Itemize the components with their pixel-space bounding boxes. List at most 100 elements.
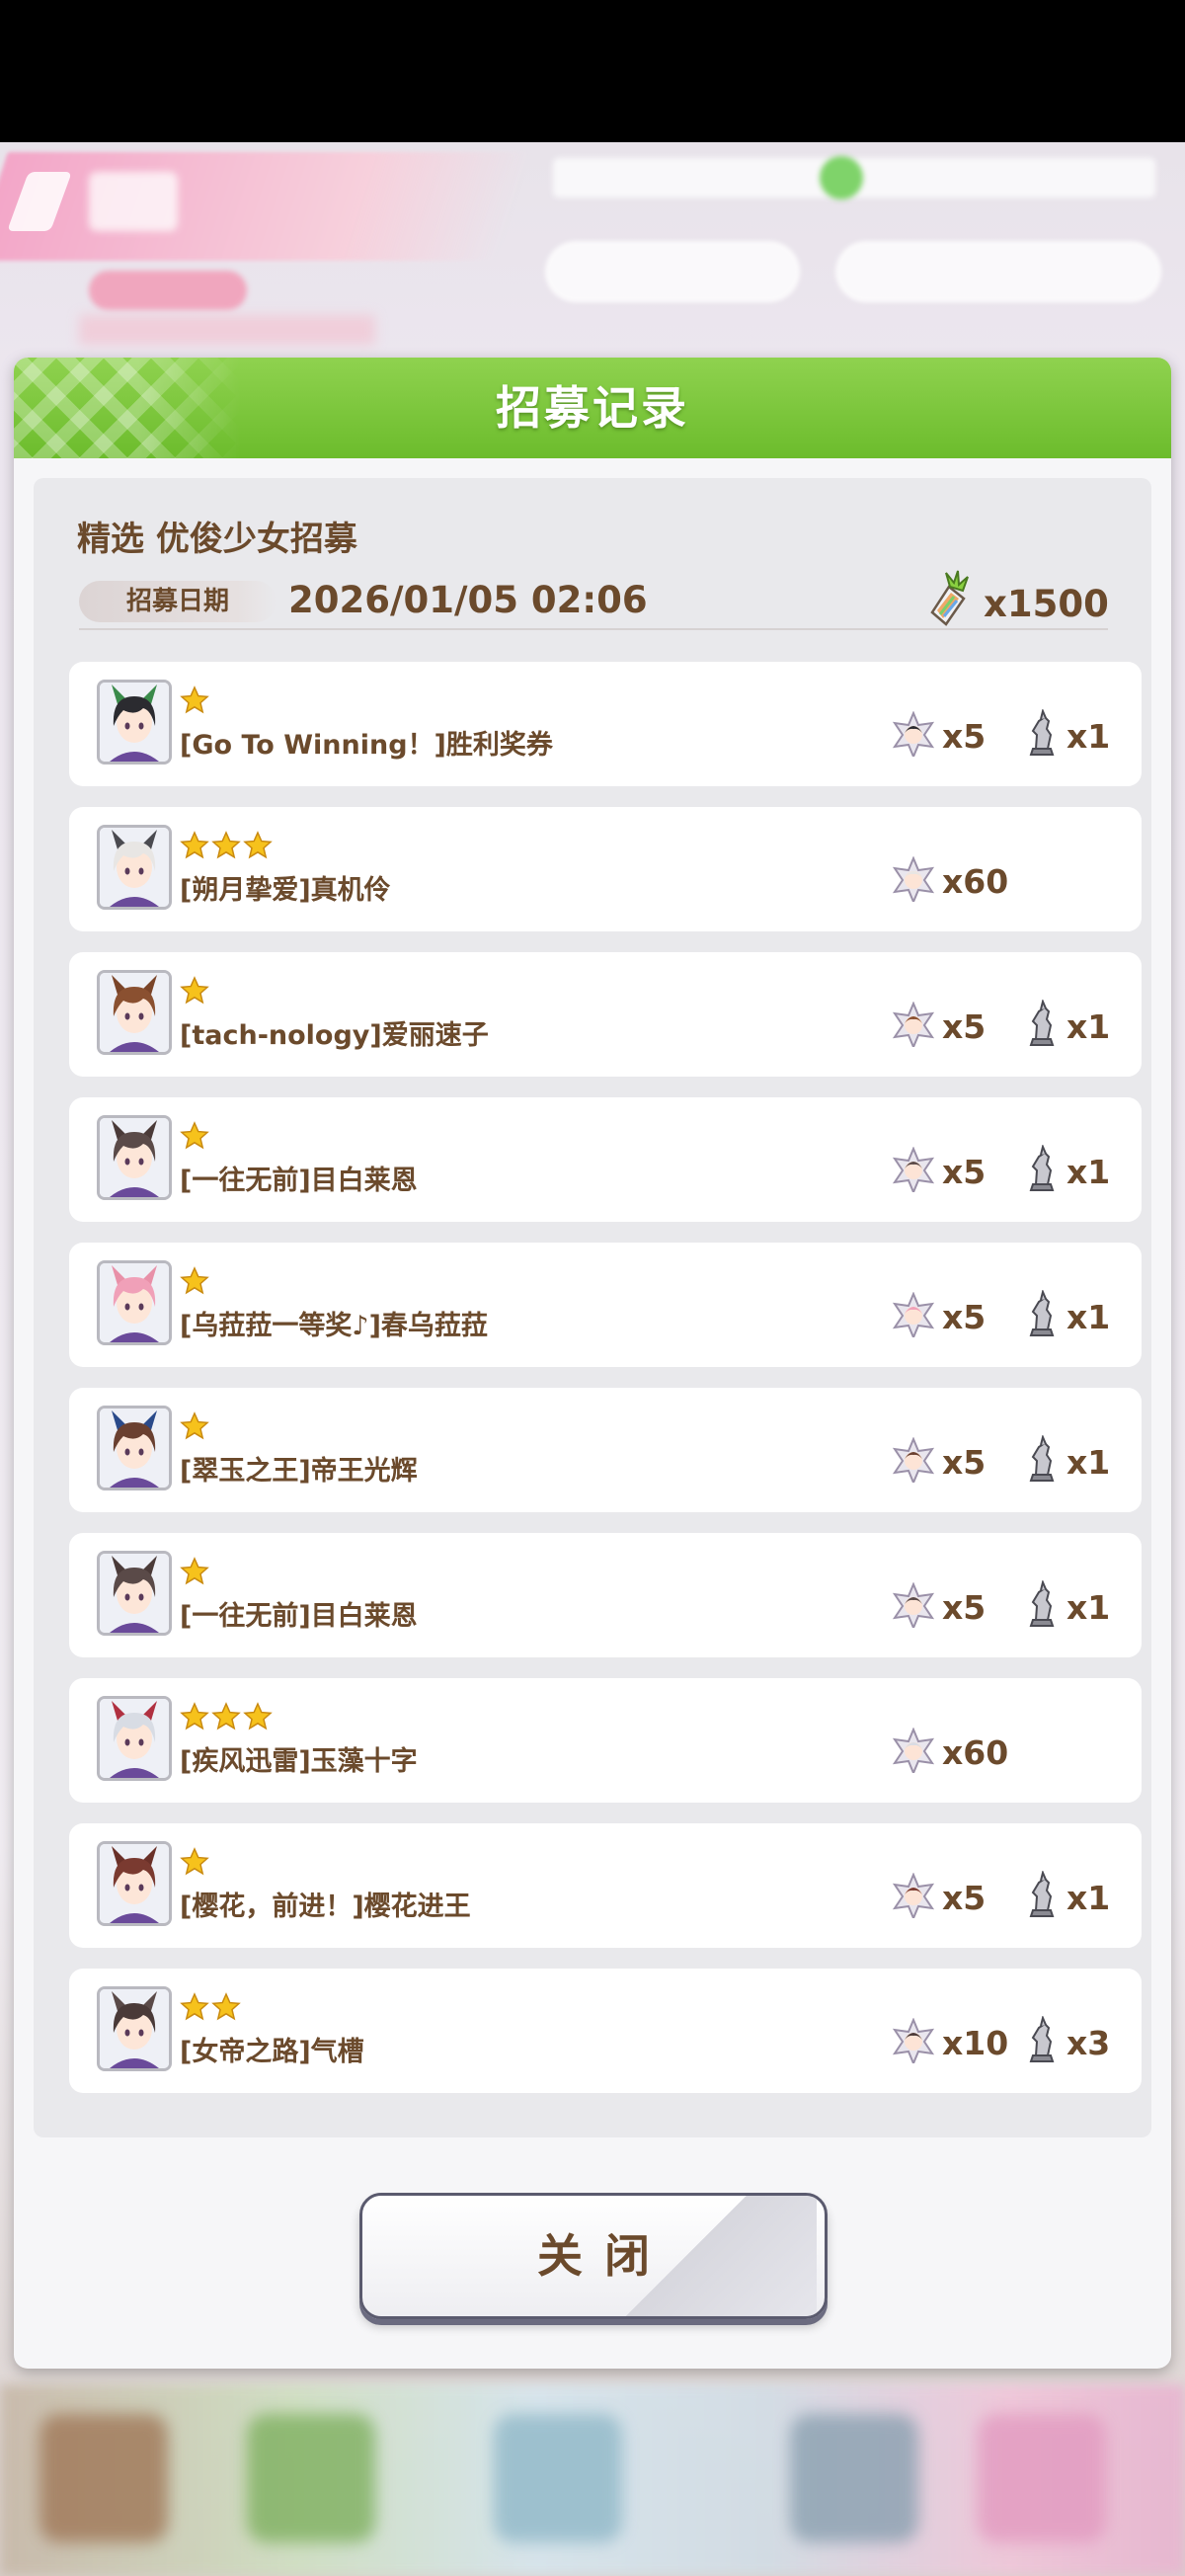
piece-count: x5: [942, 1442, 987, 1482]
result-name: [Go To Winning！]胜利奖券: [180, 730, 553, 761]
reward-group: x5 x1: [891, 998, 1110, 1051]
result-row[interactable]: [樱花，前进！]樱花进王 x5 x1: [69, 1823, 1142, 1948]
star-icon: [180, 685, 209, 714]
piece-icon: [892, 710, 935, 760]
result-row[interactable]: [一往无前]目白莱恩 x5 x1: [69, 1533, 1142, 1657]
background-nav-item: [247, 2414, 375, 2542]
piece-icon: [892, 1001, 935, 1050]
statue-icon: [1023, 1433, 1061, 1489]
result-row[interactable]: [疾风迅雷]玉藻十字 x60: [69, 1678, 1142, 1803]
piece-count: x5: [942, 1152, 987, 1191]
result-name: [樱花，前进！]樱花进王: [180, 1892, 471, 1922]
dialog-header: 招募记录: [14, 358, 1171, 458]
character-avatar: [97, 1696, 172, 1781]
character-piece-icon: [891, 1291, 936, 1341]
reward-group: x5 x1: [891, 1143, 1111, 1198]
statue-icon: [1029, 707, 1055, 756]
statue-icon: [1023, 1869, 1061, 1924]
star-icon: [180, 1992, 209, 2021]
banner-name: 精选 优俊少女招募: [77, 520, 357, 559]
background-nav-item: [494, 2414, 622, 2542]
avatar-portrait: [100, 683, 169, 762]
background-stripe: [79, 315, 375, 345]
statue-icon: [1029, 998, 1055, 1046]
rarity-stars: [180, 1411, 209, 1441]
character-avatar: [97, 1551, 172, 1636]
rarity-stars: [180, 1702, 273, 1731]
statue-count: x1: [1066, 1442, 1111, 1482]
result-name: [朔月挚爱]真机伶: [180, 875, 391, 906]
result-row[interactable]: [女帝之路]气槽 x10 x3: [69, 1969, 1142, 2093]
rarity-stars: [180, 976, 209, 1006]
result-row[interactable]: [翠玉之王]帝王光辉 x5 x1: [69, 1388, 1142, 1512]
reward-group: x5 x1: [891, 1433, 1111, 1489]
reward-group: x5 x1: [891, 707, 1110, 763]
result-row[interactable]: [tach-nology]爱丽速子 x5 x1: [69, 952, 1142, 1077]
rarity-stars: [180, 831, 273, 860]
dialog-title: 招募记录: [496, 381, 689, 435]
rarity-stars: [180, 1266, 209, 1296]
star-icon: [243, 831, 273, 859]
result-name: [一往无前]目白莱恩: [180, 1166, 418, 1196]
statue-icon: [1029, 1578, 1055, 1627]
piece-icon: [892, 1727, 935, 1776]
statue-count: x1: [1066, 1152, 1111, 1191]
result-name: [疾风迅雷]玉藻十字: [180, 1746, 418, 1777]
avatar-portrait: [100, 1844, 169, 1923]
character-piece-icon: [891, 1581, 936, 1632]
background-banner-text: [89, 172, 178, 231]
close-button[interactable]: 关闭: [359, 2193, 828, 2319]
piece-icon: [892, 2017, 935, 2066]
star-icon: [180, 1411, 209, 1440]
result-name: [乌菈菈一等奖♪]春乌菈菈: [180, 1311, 488, 1341]
character-piece-icon: [891, 855, 936, 906]
star-icon: [211, 1992, 241, 2021]
statue-icon: [1029, 1288, 1055, 1336]
statue-icon: [1023, 1143, 1061, 1198]
piece-count: x5: [942, 716, 987, 756]
reward-group: x5 x1: [891, 1288, 1110, 1343]
statue-icon: [1023, 2014, 1061, 2069]
character-avatar: [97, 1260, 172, 1345]
result-name: [一往无前]目白莱恩: [180, 1601, 418, 1632]
background-button-right: [835, 241, 1161, 302]
statue-icon: [1023, 1578, 1061, 1634]
carrot-ticket-icon: [930, 570, 969, 626]
result-row[interactable]: [Go To Winning！]胜利奖券 x5 x1: [69, 662, 1142, 786]
star-icon: [180, 976, 209, 1005]
result-row[interactable]: [一往无前]目白莱恩 x5 x1: [69, 1097, 1142, 1222]
star-icon: [180, 1266, 209, 1295]
reward-group: x5 x1: [891, 1869, 1111, 1924]
star-icon: [180, 1847, 209, 1876]
rarity-stars: [180, 1992, 241, 2022]
piece-icon: [892, 1146, 935, 1195]
star-icon: [211, 831, 241, 859]
result-row[interactable]: [乌菈菈一等奖♪]春乌菈菈 x5 x1: [69, 1243, 1142, 1367]
background-tag: [89, 271, 247, 310]
character-piece-icon: [891, 2017, 936, 2067]
history-list-container[interactable]: 精选 优俊少女招募 招募日期 2026/01/05 02:06 x1500 [G…: [34, 478, 1151, 2137]
background-nav-item: [790, 2414, 918, 2542]
statue-icon: [1023, 707, 1061, 763]
result-row[interactable]: [朔月挚爱]真机伶 x60: [69, 807, 1142, 931]
result-name: [女帝之路]气槽: [180, 2037, 364, 2067]
piece-count: x60: [942, 861, 1009, 901]
statue-count: x1: [1066, 1878, 1111, 1917]
piece-count: x5: [942, 1006, 987, 1046]
statue-icon: [1023, 1288, 1061, 1343]
character-avatar: [97, 825, 172, 910]
result-name: [翠玉之王]帝王光辉: [180, 1456, 418, 1487]
close-button-label: 关闭: [537, 2229, 672, 2283]
star-icon: [180, 1557, 209, 1585]
piece-count: x5: [942, 1297, 987, 1336]
background-button-left: [545, 241, 800, 302]
recruit-history-dialog: 招募记录 精选 优俊少女招募 招募日期 2026/01/05 02:06 x15…: [14, 358, 1171, 2369]
character-avatar: [97, 1841, 172, 1926]
statue-icon: [1029, 1869, 1055, 1917]
statue-count: x1: [1066, 1587, 1111, 1627]
avatar-portrait: [100, 1554, 169, 1633]
date-label: 招募日期: [79, 581, 276, 622]
character-piece-icon: [891, 1146, 936, 1196]
character-piece-icon: [891, 1727, 936, 1777]
avatar-portrait: [100, 1118, 169, 1197]
